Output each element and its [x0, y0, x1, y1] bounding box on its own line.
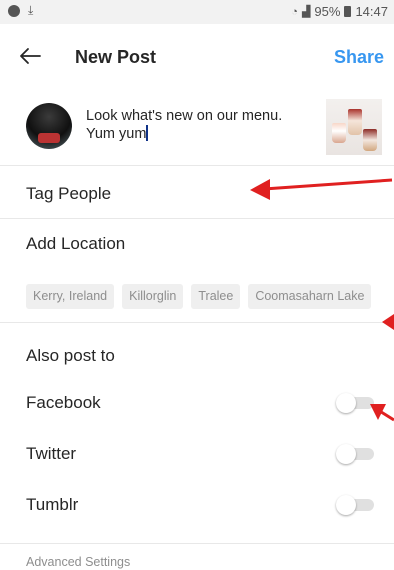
location-chip[interactable]: Killorglin — [122, 284, 184, 309]
tumblr-label: Tumblr — [26, 495, 79, 514]
annotation-arrow-icon — [382, 314, 394, 330]
battery-icon — [344, 6, 352, 17]
add-location-button[interactable]: Add Location — [26, 234, 125, 254]
twitter-toggle[interactable] — [336, 444, 376, 464]
divider — [0, 165, 394, 166]
status-right: ◔ ▟ 95% 14:47 — [291, 4, 388, 19]
facebook-label: Facebook — [26, 393, 101, 412]
twitter-label: Twitter — [26, 444, 77, 463]
divider — [0, 543, 394, 544]
signal-icon: ▟ — [301, 6, 311, 18]
location-chip[interactable]: Tralee — [191, 284, 241, 309]
location-chip[interactable]: Kerry, Ireland — [26, 284, 115, 309]
toggle-knob — [336, 495, 356, 515]
location-chip[interactable]: Coomasaharn Lake — [248, 284, 372, 309]
annotation-arrow-icon — [250, 178, 393, 200]
post-composer: Look what's new on our menu. Yum yum — [0, 95, 394, 163]
share-button[interactable]: Share — [334, 47, 384, 68]
clock: 14:47 — [355, 4, 388, 19]
divider — [0, 218, 394, 219]
toggle-knob — [336, 444, 356, 464]
caption-line-1: Look what's new on our menu. — [86, 108, 283, 124]
wifi-icon: ◔ — [291, 5, 298, 18]
tag-people-button[interactable]: Tag People — [26, 184, 111, 204]
status-left: ⤓ — [8, 3, 33, 18]
tumblr-toggle[interactable] — [336, 495, 376, 515]
status-bar: ⤓ ◔ ▟ 95% 14:47 — [0, 0, 394, 24]
download-icon: ⤓ — [28, 3, 34, 17]
post-thumbnail[interactable] — [326, 99, 382, 155]
divider — [0, 322, 394, 323]
text-cursor — [146, 125, 148, 141]
arrow-left-icon[interactable] — [18, 44, 42, 68]
toggle-knob — [336, 393, 356, 413]
battery-percent: 95% — [314, 4, 341, 19]
advanced-settings-link[interactable]: Advanced Settings — [26, 555, 130, 569]
caption-line-2: Yum yum — [86, 126, 147, 142]
avatar — [26, 103, 72, 149]
also-post-heading: Also post to — [26, 346, 115, 365]
header: New Post Share — [0, 24, 394, 94]
location-suggestions: Kerry, Ireland Killorglin Tralee Coomasa… — [26, 284, 372, 309]
caption-input[interactable]: Look what's new on our menu. Yum yum — [86, 107, 306, 143]
page-title: New Post — [75, 47, 157, 67]
notification-icon — [8, 4, 20, 17]
annotation-arrow-icon — [370, 404, 394, 422]
